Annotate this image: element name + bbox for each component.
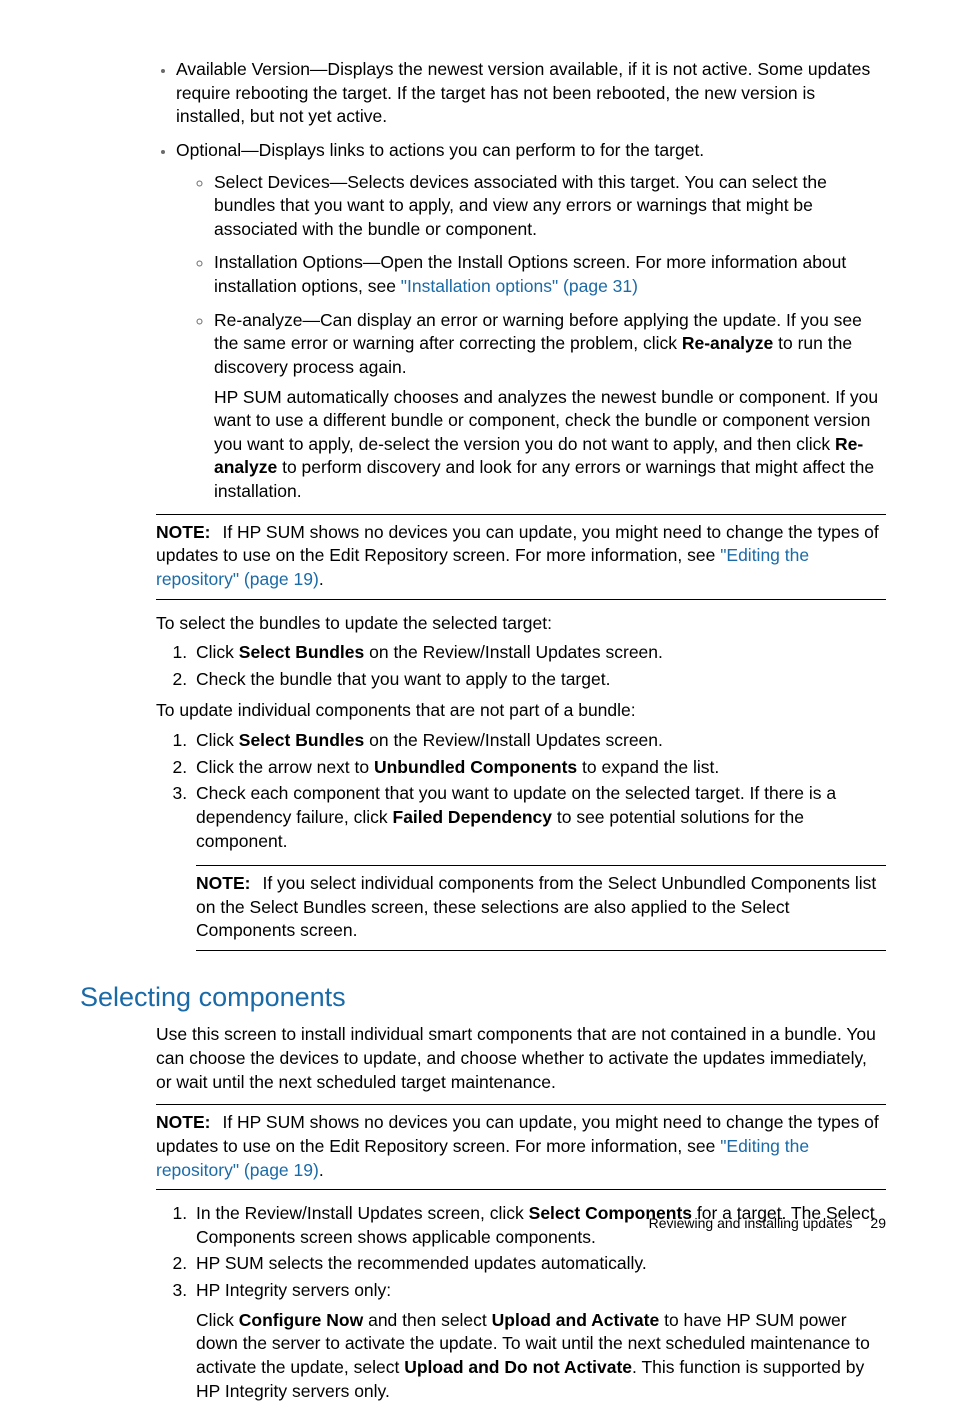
bold-reanalyze: Re-analyze (682, 333, 773, 353)
bold-unbundled-components: Unbundled Components (374, 757, 577, 777)
bullet-optional: Optional—Displays links to actions you c… (176, 139, 886, 504)
bold-select-bundles: Select Bundles (239, 730, 364, 750)
text: on the Review/Install Updates screen. (364, 642, 663, 662)
list-item: Click Select Bundles on the Review/Insta… (192, 729, 886, 753)
text: Check the bundle that you want to apply … (196, 669, 610, 689)
list-item: Click Select Bundles on the Review/Insta… (192, 641, 886, 665)
text: to expand the list. (577, 757, 719, 777)
list-item: Check each component that you want to up… (192, 782, 886, 951)
top-bullet-list: Available Version—Displays the newest ve… (156, 58, 886, 504)
sub-select-devices: Select Devices—Selects devices associate… (214, 171, 886, 242)
bold-upload-no-activate: Upload and Do not Activate (404, 1357, 632, 1377)
page-footer: Reviewing and installing updates 29 (649, 1214, 886, 1233)
list-item: HP Integrity servers only: Click Configu… (192, 1279, 886, 1403)
document-page: Available Version—Displays the newest ve… (0, 0, 954, 1271)
text: to perform discovery and look for any er… (214, 457, 874, 501)
bold-upload-activate: Upload and Activate (492, 1310, 660, 1330)
sub-installation-options: Installation Options—Open the Install Op… (214, 251, 886, 298)
text: and then select (363, 1310, 491, 1330)
text: Select Devices—Selects devices associate… (214, 172, 827, 239)
reanalyze-para-2: HP SUM automatically chooses and analyze… (214, 386, 886, 504)
text: HP SUM automatically chooses and analyze… (214, 387, 878, 454)
sub-reanalyze: Re-analyze—Can display an error or warni… (214, 309, 886, 504)
text: Click the arrow next to (196, 757, 374, 777)
text: Click (196, 730, 239, 750)
text: Optional—Displays links to actions you c… (176, 140, 704, 160)
text: Click (196, 1310, 239, 1330)
text: . (319, 569, 324, 589)
bold-configure-now: Configure Now (239, 1310, 363, 1330)
heading-selecting-components: Selecting components (80, 979, 886, 1015)
body-column: Available Version—Displays the newest ve… (156, 58, 886, 1403)
footer-text: Reviewing and installing updates (649, 1215, 853, 1231)
optional-sublist: Select Devices—Selects devices associate… (176, 171, 886, 504)
text: If you select individual components from… (196, 873, 876, 940)
text: Click (196, 642, 239, 662)
text: HP SUM selects the recommended updates a… (196, 1253, 647, 1273)
note-label: NOTE: (196, 873, 250, 893)
note-label: NOTE: (156, 522, 210, 542)
bold-failed-dependency: Failed Dependency (393, 807, 553, 827)
text: Available Version—Displays the newest ve… (176, 59, 870, 126)
para-select-bundles-intro: To select the bundles to update the sele… (156, 612, 886, 636)
bullet-available-version: Available Version—Displays the newest ve… (176, 58, 886, 129)
list-item: HP SUM selects the recommended updates a… (192, 1252, 886, 1276)
text: HP Integrity servers only: (196, 1280, 391, 1300)
note-box-2: NOTE:If you select individual components… (196, 865, 886, 951)
list-item: Click the arrow next to Unbundled Compon… (192, 756, 886, 780)
link-installation-options[interactable]: "Installation options" (page 31) (401, 276, 638, 296)
integrity-detail: Click Configure Now and then select Uplo… (196, 1309, 886, 1403)
ordered-list-b: Click Select Bundles on the Review/Insta… (156, 729, 886, 951)
note-label: NOTE: (156, 1112, 210, 1132)
ordered-list-a: Click Select Bundles on the Review/Insta… (156, 641, 886, 691)
note-box-1: NOTE:If HP SUM shows no devices you can … (156, 514, 886, 600)
list-item: Check the bundle that you want to apply … (192, 668, 886, 692)
page-number: 29 (870, 1215, 886, 1231)
text: In the Review/Install Updates screen, cl… (196, 1203, 529, 1223)
bold-select-bundles: Select Bundles (239, 642, 364, 662)
para-update-individual-intro: To update individual components that are… (156, 699, 886, 723)
text: . (319, 1160, 324, 1180)
note-box-3: NOTE:If HP SUM shows no devices you can … (156, 1104, 886, 1190)
para-selecting-components: Use this screen to install individual sm… (156, 1023, 886, 1094)
text: on the Review/Install Updates screen. (364, 730, 663, 750)
